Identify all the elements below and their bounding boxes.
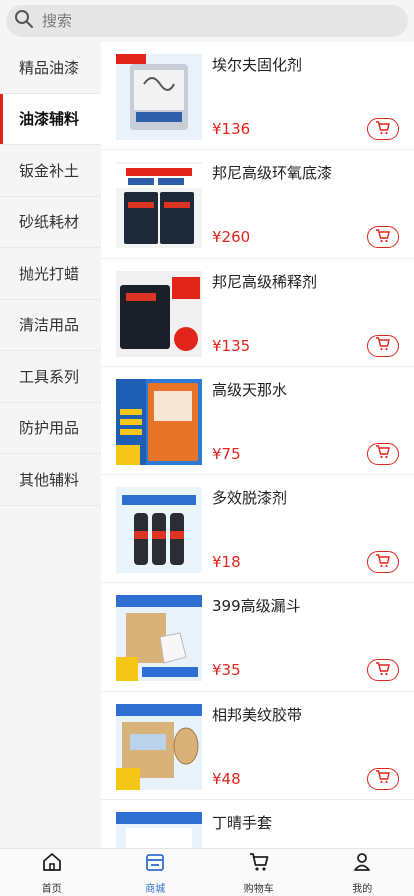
add-to-cart-button[interactable] xyxy=(367,659,399,682)
add-to-cart-button[interactable] xyxy=(367,442,399,465)
cart-icon xyxy=(375,769,391,788)
tab-label: 我的 xyxy=(352,883,373,895)
product-price: ¥75 xyxy=(212,444,241,463)
tab-cart[interactable]: 购物车 xyxy=(207,849,311,896)
search-icon xyxy=(14,9,34,33)
search-bar xyxy=(0,0,414,42)
add-to-cart-button[interactable] xyxy=(367,767,399,790)
cart-icon xyxy=(375,444,391,463)
add-to-cart-button[interactable] xyxy=(367,226,399,249)
sidebar-item-label: 其他辅料 xyxy=(19,470,80,489)
home-icon xyxy=(41,851,63,877)
category-sidebar: 精品油漆 油漆辅料 钣金补土 砂纸耗材 抛光打蜡 清洁用品 工具系列 防护用品 … xyxy=(0,42,101,848)
product-image xyxy=(116,595,202,682)
product-name: 邦尼高级稀释剂 xyxy=(212,272,318,291)
add-to-cart-button[interactable] xyxy=(367,334,399,357)
tab-profile[interactable]: 我的 xyxy=(311,849,414,896)
cart-icon xyxy=(375,336,391,355)
user-icon xyxy=(351,851,373,877)
sidebar-item-polishing[interactable]: 抛光打蜡 xyxy=(0,248,101,300)
search-box[interactable] xyxy=(6,5,408,37)
product-item[interactable]: 邦尼高级环氧底漆 ¥260 xyxy=(101,150,414,259)
cart-icon xyxy=(375,228,391,247)
sidebar-item-paint[interactable]: 精品油漆 xyxy=(0,42,101,94)
product-name: 399高级漏斗 xyxy=(212,597,301,616)
product-image xyxy=(116,54,202,140)
product-name: 埃尔夫固化剂 xyxy=(212,56,303,74)
cart-icon xyxy=(375,661,391,680)
product-name: 邦尼高级环氧底漆 xyxy=(212,164,333,183)
cart-icon xyxy=(248,851,270,877)
product-item[interactable]: 邦尼高级稀释剂 ¥135 xyxy=(101,259,414,367)
sidebar-item-label: 工具系列 xyxy=(19,367,80,386)
product-item[interactable]: 埃尔夫固化剂 ¥136 xyxy=(101,42,414,151)
sidebar-item-cleaning[interactable]: 清洁用品 xyxy=(0,300,101,351)
product-list: 埃尔夫固化剂 ¥136 邦尼高级环氧底漆 ¥260 邦尼高级稀释剂 ¥135 高… xyxy=(101,42,414,848)
product-item[interactable]: 399高级漏斗 ¥35 xyxy=(101,583,414,692)
search-input[interactable] xyxy=(42,12,382,30)
tab-label: 购物车 xyxy=(243,883,274,895)
product-image xyxy=(116,162,202,249)
app-root: 精品油漆 油漆辅料 钣金补土 砂纸耗材 抛光打蜡 清洁用品 工具系列 防护用品 … xyxy=(0,0,414,896)
product-image xyxy=(116,378,202,465)
tab-label: 首页 xyxy=(41,883,62,895)
sidebar-item-label: 钣金补土 xyxy=(19,161,80,180)
tab-home[interactable]: 首页 xyxy=(0,849,104,896)
sidebar-item-label: 清洁用品 xyxy=(19,316,80,335)
cart-icon xyxy=(375,553,391,572)
sidebar-item-label: 防护用品 xyxy=(19,419,80,438)
product-name: 丁晴手套 xyxy=(212,814,273,833)
product-name: 高级天那水 xyxy=(212,380,288,399)
sidebar-item-other[interactable]: 其他辅料 xyxy=(0,454,101,506)
product-price: ¥260 xyxy=(212,228,251,247)
product-price: ¥48 xyxy=(212,769,241,788)
sidebar-item-putty[interactable]: 钣金补土 xyxy=(0,145,101,197)
product-item[interactable]: 丁晴手套 xyxy=(101,800,414,848)
product-item[interactable]: 高级天那水 ¥75 xyxy=(101,367,414,476)
store-icon xyxy=(144,851,166,877)
sidebar-item-label: 精品油漆 xyxy=(19,58,80,77)
product-image xyxy=(116,812,202,848)
product-image xyxy=(116,270,202,357)
product-item[interactable]: 多效脱漆剂 ¥18 xyxy=(101,475,414,584)
tab-label: 商城 xyxy=(145,883,166,895)
cart-icon xyxy=(375,120,391,139)
bottom-tab-bar: 首页 商城 购物车 我的 xyxy=(0,848,414,896)
product-name: 相邦美纹胶带 xyxy=(212,705,303,724)
sidebar-item-paint-accessories[interactable]: 油漆辅料 xyxy=(0,93,101,145)
sidebar-item-label: 砂纸耗材 xyxy=(19,213,80,232)
sidebar-item-protection[interactable]: 防护用品 xyxy=(0,403,101,454)
sidebar-item-label: 抛光打蜡 xyxy=(19,264,80,283)
product-price: ¥136 xyxy=(212,120,251,138)
add-to-cart-button[interactable] xyxy=(367,118,399,140)
product-price: ¥35 xyxy=(212,661,241,680)
product-item[interactable]: 相邦美纹胶带 ¥48 xyxy=(101,692,414,801)
product-name: 多效脱漆剂 xyxy=(212,489,288,508)
sidebar-item-label: 油漆辅料 xyxy=(19,110,80,129)
product-price: ¥135 xyxy=(212,336,251,355)
add-to-cart-button[interactable] xyxy=(367,551,399,574)
tab-store[interactable]: 商城 xyxy=(104,849,208,896)
sidebar-item-sandpaper[interactable]: 砂纸耗材 xyxy=(0,197,101,248)
product-image xyxy=(116,487,202,574)
sidebar-item-tools[interactable]: 工具系列 xyxy=(0,351,101,403)
product-price: ¥18 xyxy=(212,553,241,572)
product-image xyxy=(116,703,202,790)
